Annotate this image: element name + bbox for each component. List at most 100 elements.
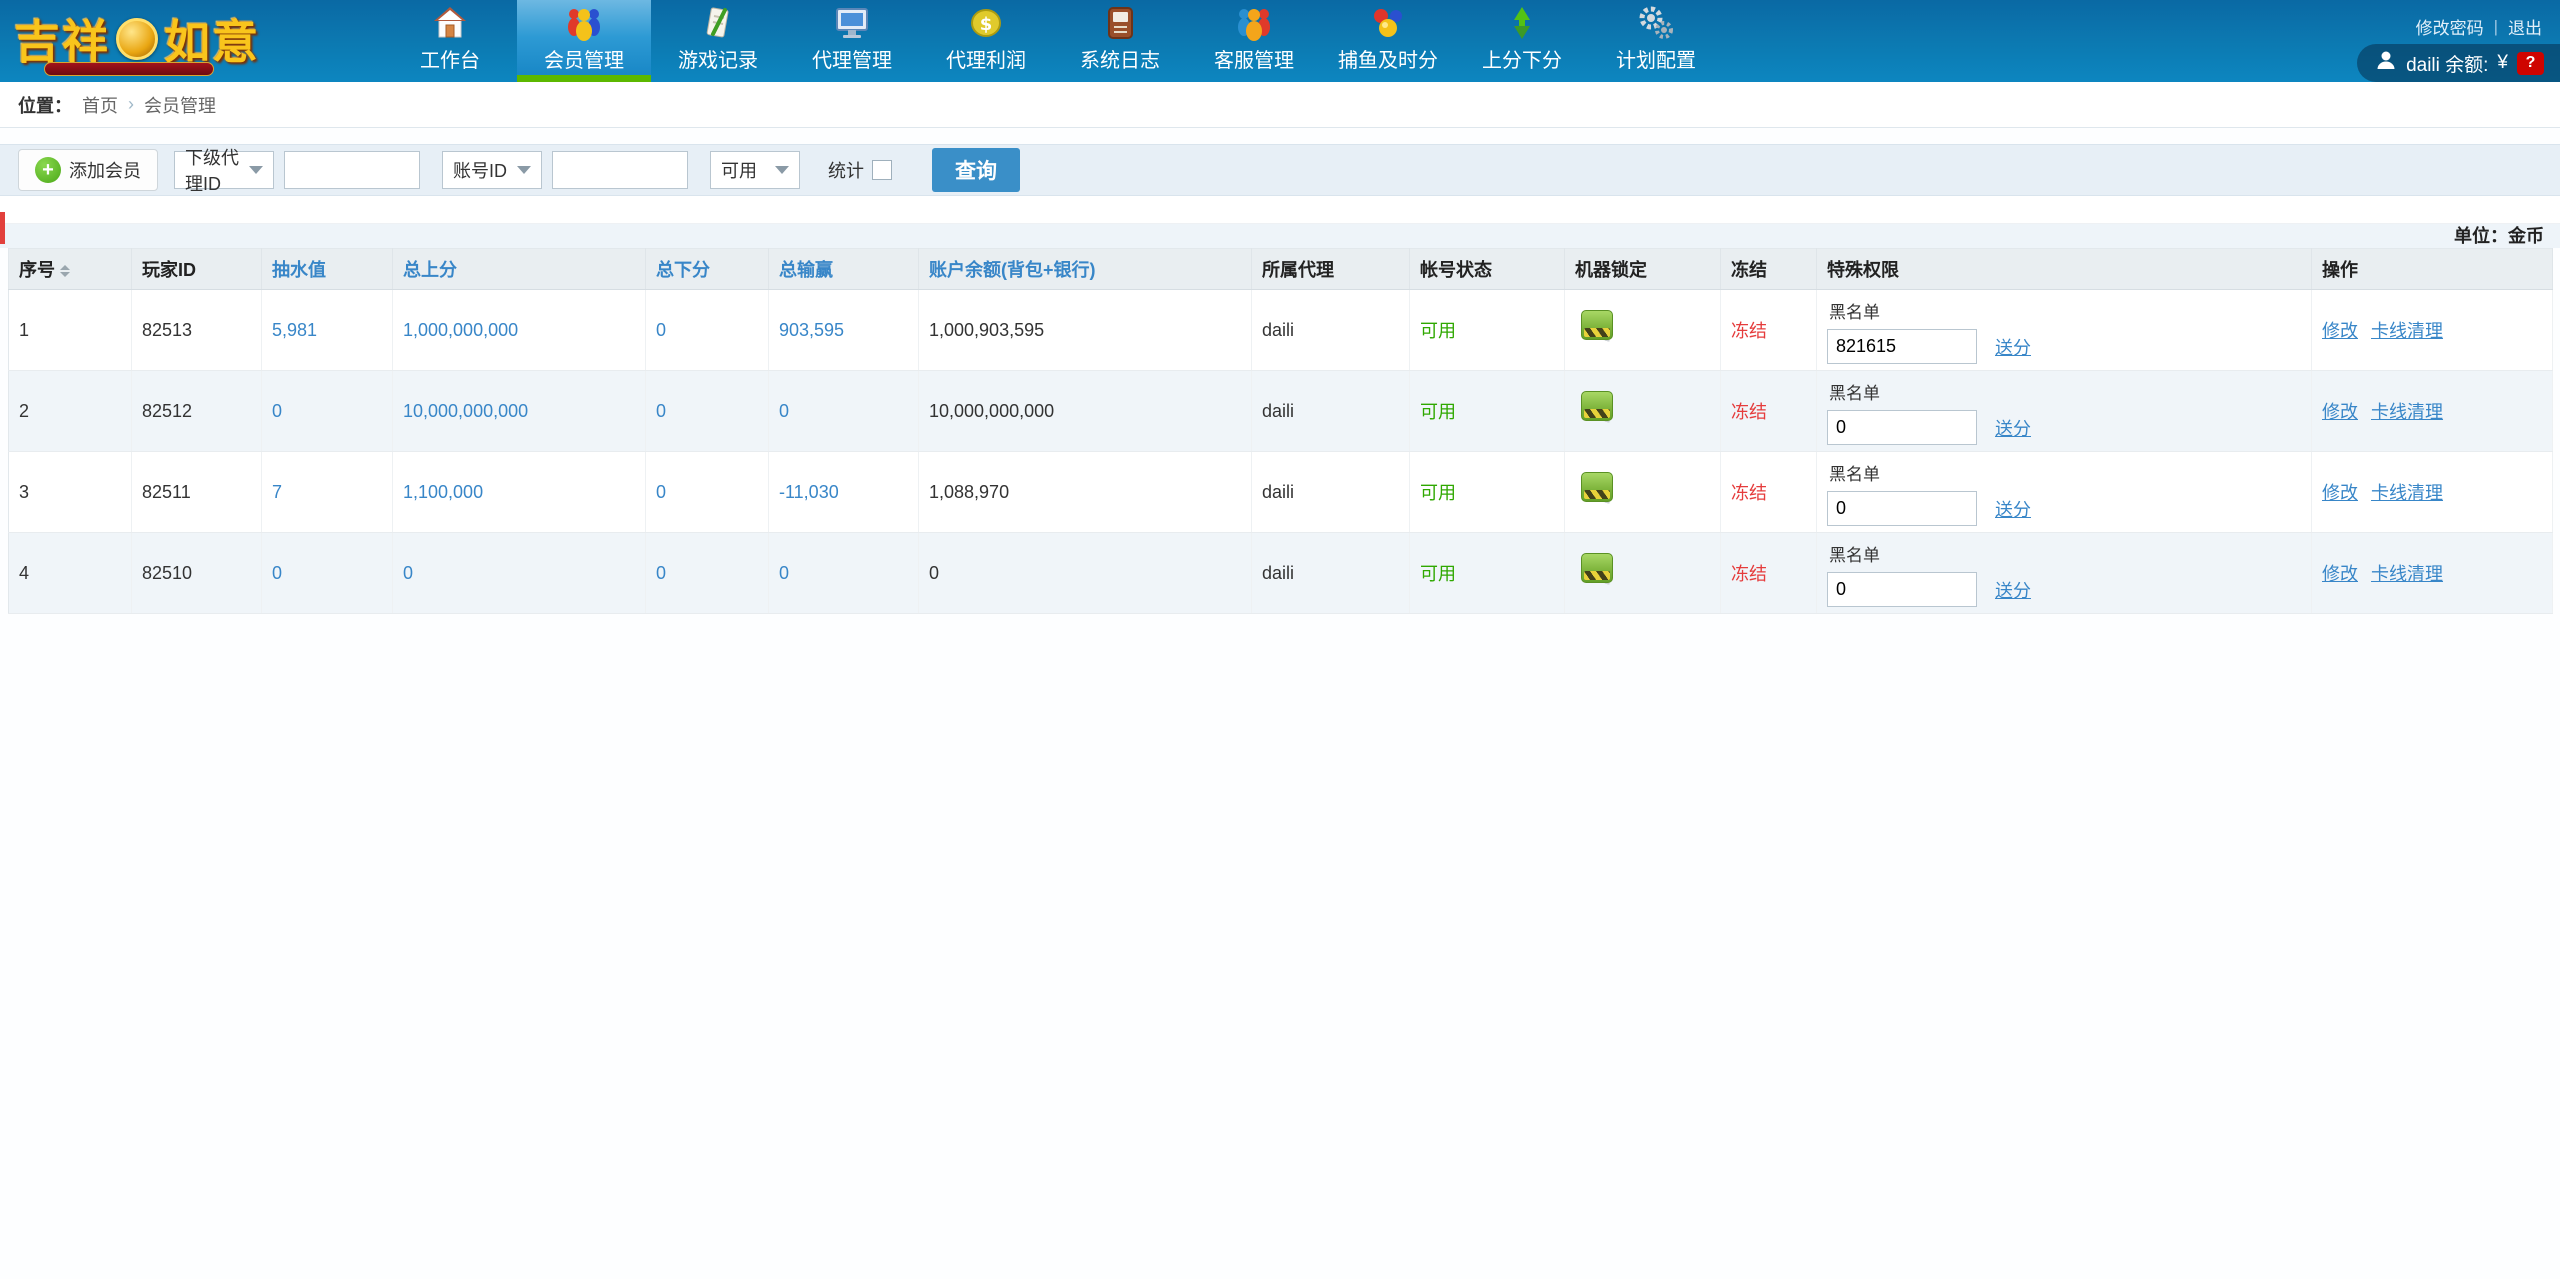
search-button[interactable]: 查询	[932, 148, 1020, 192]
breadcrumb: 位置： 首页 › 会员管理	[0, 82, 2560, 128]
nav-tabs: 工作台 会员管理 游戏记录 代理管理 $ 代理利润 系统日志 客服管理 捕鱼及时…	[383, 0, 1723, 82]
stats-checkbox[interactable]	[872, 160, 892, 180]
breadcrumb-home-link[interactable]: 首页	[82, 92, 118, 118]
member-table: 序号 玩家ID 抽水值 总上分 总下分 总输赢 账户余额(背包+银行) 所属代理…	[8, 248, 2553, 614]
send-points-link[interactable]: 送分	[1995, 577, 2031, 603]
account-id-select[interactable]: 账号ID	[442, 151, 542, 189]
cell-index: 2	[8, 370, 132, 452]
fishing-balls-icon	[1368, 2, 1408, 44]
cell-machine-lock	[1564, 289, 1721, 371]
cell-rake[interactable]: 0	[261, 532, 393, 614]
freeze-link[interactable]: 冻结	[1720, 289, 1817, 371]
header-total-up[interactable]: 总上分	[392, 248, 646, 290]
change-password-link[interactable]: 修改密码	[2416, 14, 2484, 39]
cell-index: 1	[8, 289, 132, 371]
nav-tab-member-management[interactable]: 会员管理	[517, 0, 651, 82]
nav-tab-workbench[interactable]: 工作台	[383, 0, 517, 82]
cell-index: 4	[8, 532, 132, 614]
balance-unknown-badge: ?	[2517, 51, 2544, 75]
cell-total-winloss[interactable]: 903,595	[768, 289, 919, 371]
agent-id-input[interactable]	[284, 151, 420, 189]
blacklist-label: 黑名单	[1829, 546, 1880, 565]
account-id-input[interactable]	[552, 151, 688, 189]
logout-link[interactable]: 退出	[2508, 14, 2542, 39]
edit-link[interactable]: 修改	[2322, 321, 2358, 341]
send-points-link[interactable]: 送分	[1995, 334, 2031, 360]
cell-agent: daili	[1251, 451, 1410, 533]
cell-total-down[interactable]: 0	[645, 370, 769, 452]
notebook-icon	[1100, 2, 1140, 44]
nav-tab-label: 计划配置	[1616, 50, 1696, 72]
blacklist-input[interactable]	[1827, 491, 1977, 526]
cell-total-up[interactable]: 10,000,000,000	[392, 370, 646, 452]
nav-tab-label: 捕鱼及时分	[1338, 50, 1438, 72]
cell-total-up[interactable]: 0	[392, 532, 646, 614]
nav-tab-agent-profit[interactable]: $ 代理利润	[919, 0, 1053, 82]
cell-total-down[interactable]: 0	[645, 451, 769, 533]
send-points-link[interactable]: 送分	[1995, 415, 2031, 441]
cell-actions: 修改 卡线清理	[2311, 370, 2553, 452]
cell-total-winloss[interactable]: 0	[768, 532, 919, 614]
cell-total-winloss[interactable]: -11,030	[768, 451, 919, 533]
clear-line-link[interactable]: 卡线清理	[2371, 321, 2443, 341]
clear-line-link[interactable]: 卡线清理	[2371, 483, 2443, 503]
nav-tab-points-up-down[interactable]: 上分下分	[1455, 0, 1589, 82]
header-total-winloss[interactable]: 总输赢	[768, 248, 919, 290]
header-rake[interactable]: 抽水值	[261, 248, 393, 290]
blacklist-input[interactable]	[1827, 329, 1977, 364]
cell-machine-lock	[1564, 451, 1721, 533]
header-balance[interactable]: 账户余额(背包+银行)	[918, 248, 1252, 290]
nav-tab-agent-management[interactable]: 代理管理	[785, 0, 919, 82]
status-select[interactable]: 可用	[710, 151, 800, 189]
cell-special-rights: 黑名单 送分	[1816, 532, 2312, 614]
user-balance-pill[interactable]: daili 余额: ¥ ?	[2357, 44, 2560, 82]
site-logo: 吉祥 如意	[14, 6, 260, 76]
header-total-down[interactable]: 总下分	[645, 248, 769, 290]
table-row: 3 82511 7 1,100,000 0 -11,030 1,088,970 …	[8, 451, 2553, 533]
unit-label: 单位：金币	[2454, 226, 2544, 246]
cell-actions: 修改 卡线清理	[2311, 532, 2553, 614]
nav-tab-system-log[interactable]: 系统日志	[1053, 0, 1187, 82]
cell-total-down[interactable]: 0	[645, 289, 769, 371]
blacklist-input[interactable]	[1827, 410, 1977, 445]
nav-tab-customer-service[interactable]: 客服管理	[1187, 0, 1321, 82]
nav-tab-label: 上分下分	[1482, 50, 1562, 72]
blacklist-input[interactable]	[1827, 572, 1977, 607]
cell-total-up[interactable]: 1,100,000	[392, 451, 646, 533]
cell-total-winloss[interactable]: 0	[768, 370, 919, 452]
clear-line-link[interactable]: 卡线清理	[2371, 564, 2443, 584]
agent-id-select[interactable]: 下级代理ID	[174, 148, 274, 194]
sort-icon	[60, 265, 70, 278]
filter-zone: + 添加会员 下级代理ID 账号ID 可用 统计 查询 单位：金币	[0, 144, 2560, 248]
edit-link[interactable]: 修改	[2322, 483, 2358, 503]
cell-machine-lock	[1564, 532, 1721, 614]
status-badge: 可用	[1409, 451, 1565, 533]
cell-index: 3	[8, 451, 132, 533]
cell-agent: daili	[1251, 289, 1410, 371]
plus-icon: +	[35, 157, 61, 183]
header-machine-lock: 机器锁定	[1564, 248, 1721, 290]
nav-tab-game-records[interactable]: 游戏记录	[651, 0, 785, 82]
send-points-link[interactable]: 送分	[1995, 496, 2031, 522]
cell-rake[interactable]: 0	[261, 370, 393, 452]
cell-rake[interactable]: 7	[261, 451, 393, 533]
nav-tab-label: 游戏记录	[678, 50, 758, 72]
cell-total-up[interactable]: 1,000,000,000	[392, 289, 646, 371]
freeze-link[interactable]: 冻结	[1720, 370, 1817, 452]
cell-total-down[interactable]: 0	[645, 532, 769, 614]
edit-link[interactable]: 修改	[2322, 402, 2358, 422]
agent-id-select-value: 下级代理ID	[185, 148, 239, 194]
freeze-link[interactable]: 冻结	[1720, 451, 1817, 533]
cell-rake[interactable]: 5,981	[261, 289, 393, 371]
nav-tab-label: 系统日志	[1080, 50, 1160, 72]
blacklist-label: 黑名单	[1829, 384, 1880, 403]
nav-tab-plan-config[interactable]: 计划配置	[1589, 0, 1723, 82]
members-icon	[564, 2, 604, 44]
nav-tab-fishing-points[interactable]: 捕鱼及时分	[1321, 0, 1455, 82]
currency-symbol: ¥	[2497, 52, 2508, 73]
clear-line-link[interactable]: 卡线清理	[2371, 402, 2443, 422]
edit-link[interactable]: 修改	[2322, 564, 2358, 584]
freeze-link[interactable]: 冻结	[1720, 532, 1817, 614]
add-member-button[interactable]: + 添加会员	[18, 149, 158, 191]
header-index[interactable]: 序号	[8, 248, 132, 290]
